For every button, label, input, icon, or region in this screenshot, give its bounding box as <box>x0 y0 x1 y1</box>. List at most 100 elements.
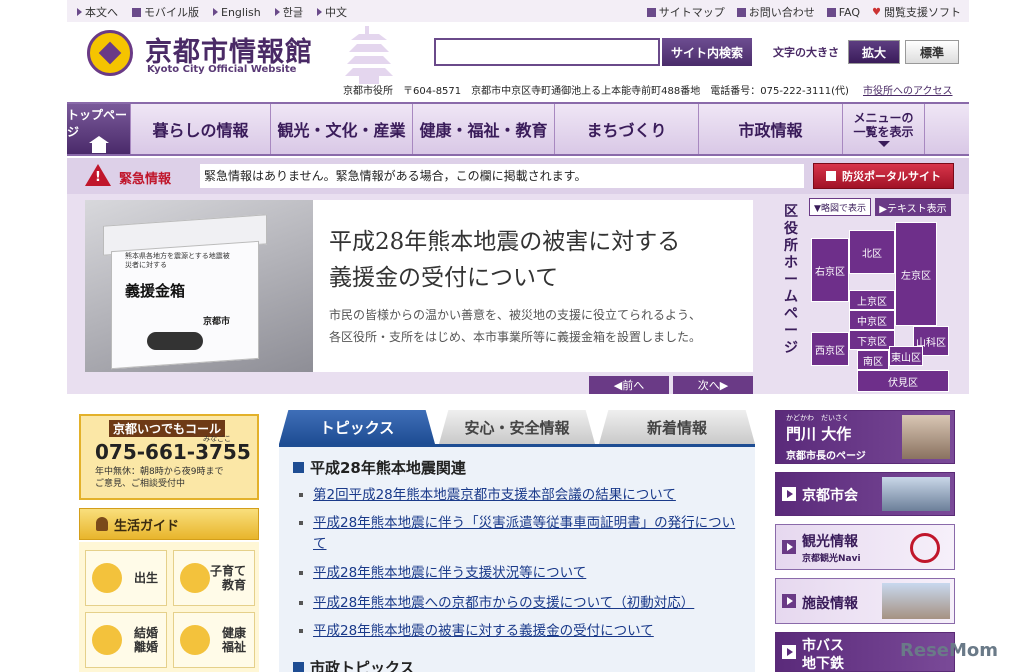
ward-sakyo[interactable]: 左京区 <box>895 222 937 326</box>
contact-link[interactable]: お問い合わせ <box>736 4 815 20</box>
support-software-link[interactable]: ♥ 閲覧支援ソフト <box>872 4 961 20</box>
ward-kita[interactable]: 北区 <box>849 230 895 274</box>
topic-link-text: 平成28年熊本地震への京都市からの支援について（初動対応） <box>313 595 695 611</box>
sitemap-label: サイトマップ <box>658 6 725 19</box>
ward-kamigyo[interactable]: 上京区 <box>849 290 895 310</box>
faq-link[interactable]: FAQ <box>826 4 861 20</box>
question-icon <box>826 7 836 17</box>
korean-link[interactable]: 한글 <box>274 4 303 20</box>
triangle-icon <box>274 8 280 16</box>
mayor-page-link[interactable]: かどかわ だいさく 門川 大作 京都市長のページ <box>775 410 955 464</box>
disaster-portal-button[interactable]: 防災ポータルサイト <box>813 163 954 189</box>
tourism-sub-label: 京都観光Navi <box>802 554 861 564</box>
hero-area: 熊本県各地方を震源とする地震被災者に対する 義援金箱 京都市 平成28年熊本地震… <box>67 194 969 394</box>
ward-fushimi[interactable]: 伏見区 <box>857 370 949 392</box>
topic-link[interactable]: 平成28年熊本地震に伴う支援状況等について <box>299 563 739 584</box>
house-icon <box>88 135 109 153</box>
ward-text-view-button[interactable]: ▶テキスト表示 <box>875 198 951 216</box>
guide-birth[interactable]: 出生 <box>85 550 167 606</box>
ward-nakagyo[interactable]: 中京区 <box>849 310 895 330</box>
ward-office-title: 区役所ホームページ <box>784 204 798 356</box>
nav-home[interactable]: トップページ <box>67 104 131 154</box>
banner-prev-button[interactable]: ◀前へ <box>589 376 669 394</box>
nav-tourism-culture-industry[interactable]: 観光・文化・産業 <box>271 104 413 154</box>
nav-town-planning[interactable]: まちづくり <box>555 104 699 154</box>
utility-bar: 本文へ モバイル版 English 한글 中文 サイトマップ お問い合わせ FA… <box>67 0 969 22</box>
banner-next-button[interactable]: 次へ▶ <box>673 376 753 394</box>
bullet-icon <box>299 601 303 605</box>
ward-minami[interactable]: 南区 <box>857 350 889 370</box>
korean-label: 한글 <box>282 6 303 19</box>
ward-higashiyama[interactable]: 東山区 <box>889 346 923 366</box>
menu-line2: 一覧を表示 <box>853 125 914 139</box>
chinese-link[interactable]: 中文 <box>316 4 347 20</box>
info-tabs: トピックス 安心・安全情報 新着情報 <box>279 410 755 444</box>
main-banner[interactable]: 熊本県各地方を震源とする地震被災者に対する 義援金箱 京都市 平成28年熊本地震… <box>85 200 753 372</box>
square-bullet-icon <box>293 462 304 473</box>
mobile-icon <box>132 7 141 17</box>
nav-show-menu-list[interactable]: メニューの 一覧を表示 <box>843 104 925 154</box>
font-size-label: 文字の大きさ <box>773 46 839 59</box>
donation-box-photo: 熊本県各地方を震源とする地震被災者に対する 義援金箱 京都市 <box>85 200 313 372</box>
city-council-link[interactable]: 京都市会 <box>775 472 955 516</box>
font-size-standard-button[interactable]: 標準 <box>905 40 959 64</box>
donation-box-label: 義援金箱 <box>125 282 186 300</box>
guide-marriage[interactable]: 結婚 離婚 <box>85 612 167 668</box>
family-icon <box>180 563 210 593</box>
call-hours-line2: ご意見、ご相談受付中 <box>95 479 186 489</box>
topics-section-heading: 平成28年熊本地震関連 <box>293 457 466 478</box>
topics-section2-label: 市政トピックス <box>310 659 415 672</box>
council-chamber-photo <box>882 477 950 511</box>
site-search-button[interactable]: サイト内検索 <box>662 38 752 66</box>
main-navigation: トップページ 暮らしの情報 観光・文化・産業 健康・福祉・教育 まちづくり 市政… <box>67 102 969 156</box>
city-emblem-icon[interactable] <box>87 30 133 76</box>
facility-info-link[interactable]: 施設情報 <box>775 578 955 624</box>
banner-title-line1: 平成28年熊本地震の被害に対する <box>329 229 681 255</box>
tab-safety-info[interactable]: 安心・安全情報 <box>439 410 595 444</box>
ward-nishikyo[interactable]: 西京区 <box>811 332 849 366</box>
triangle-icon <box>77 8 82 16</box>
bullet-icon <box>299 521 303 525</box>
guide-child-label2: 教育 <box>221 578 246 592</box>
nav-city-government[interactable]: 市政情報 <box>699 104 843 154</box>
tab-news[interactable]: 新着情報 <box>599 410 755 444</box>
faq-label: FAQ <box>838 5 861 19</box>
sitemap-icon <box>646 7 656 17</box>
support-label: 閲覧支援ソフト <box>884 6 961 19</box>
skip-to-content-link[interactable]: 本文へ <box>77 4 118 20</box>
ward-ukyo[interactable]: 右京区 <box>811 238 849 302</box>
search-input[interactable] <box>434 38 660 66</box>
facility-label: 施設情報 <box>802 596 858 612</box>
arrow-right-icon <box>782 540 796 554</box>
pagoda-icon <box>345 26 393 84</box>
ward-map-view-button[interactable]: ▼略図で表示 <box>809 198 871 216</box>
emergency-bar: 緊急情報 緊急情報はありません。緊急情報がある場合，この欄に掲載されます。 防災… <box>67 158 969 194</box>
nav-health-welfare-education[interactable]: 健康・福祉・教育 <box>413 104 555 154</box>
skip-label: 本文へ <box>85 6 118 19</box>
tourism-info-link[interactable]: 観光情報 京都観光Navi <box>775 524 955 570</box>
topic-link[interactable]: 平成28年熊本地震に伴う「災害派遣等従事車両証明書」の発行について <box>299 513 739 555</box>
kyoto-call-box[interactable]: 京都いつでもコール 075-661-3755 みなごこ 年中無休：朝8時から夜9… <box>79 414 259 500</box>
guide-child-label1: 子育て <box>209 564 246 578</box>
guide-marriage-label1: 結婚 <box>133 626 158 640</box>
subway-label: 地下鉄 <box>802 656 844 672</box>
tab-topics[interactable]: トピックス <box>279 410 435 444</box>
font-size-large-button[interactable]: 拡大 <box>848 40 900 64</box>
topic-link[interactable]: 平成28年熊本地震の被害に対する義援金の受付について <box>299 621 739 642</box>
city-topics-heading: 市政トピックス <box>293 657 415 672</box>
guide-childcare[interactable]: 子育て 教育 <box>173 550 255 606</box>
access-link[interactable]: 市役所へのアクセス <box>863 82 953 97</box>
banner-body-line1: 市民の皆様からの温かい善意を、被災地の支援に役立てられるよう、 <box>329 308 702 322</box>
sitemap-link[interactable]: サイトマップ <box>646 4 725 20</box>
facility-photo <box>882 583 950 619</box>
topic-link[interactable]: 第2回平成28年熊本地震京都市支援本部会議の結果について <box>299 485 739 506</box>
topic-link[interactable]: 平成28年熊本地震への京都市からの支援について（初動対応） <box>299 593 739 614</box>
guide-birth-label: 出生 <box>133 571 158 585</box>
mobile-link[interactable]: モバイル版 <box>132 4 199 20</box>
mail-icon <box>736 7 746 17</box>
english-link[interactable]: English <box>213 4 261 20</box>
nav-living[interactable]: 暮らしの情報 <box>131 104 271 154</box>
guide-health[interactable]: 健康 福祉 <box>173 612 255 668</box>
arrow-right-icon <box>782 487 796 501</box>
kyoto-navi-logo-icon <box>910 533 940 563</box>
